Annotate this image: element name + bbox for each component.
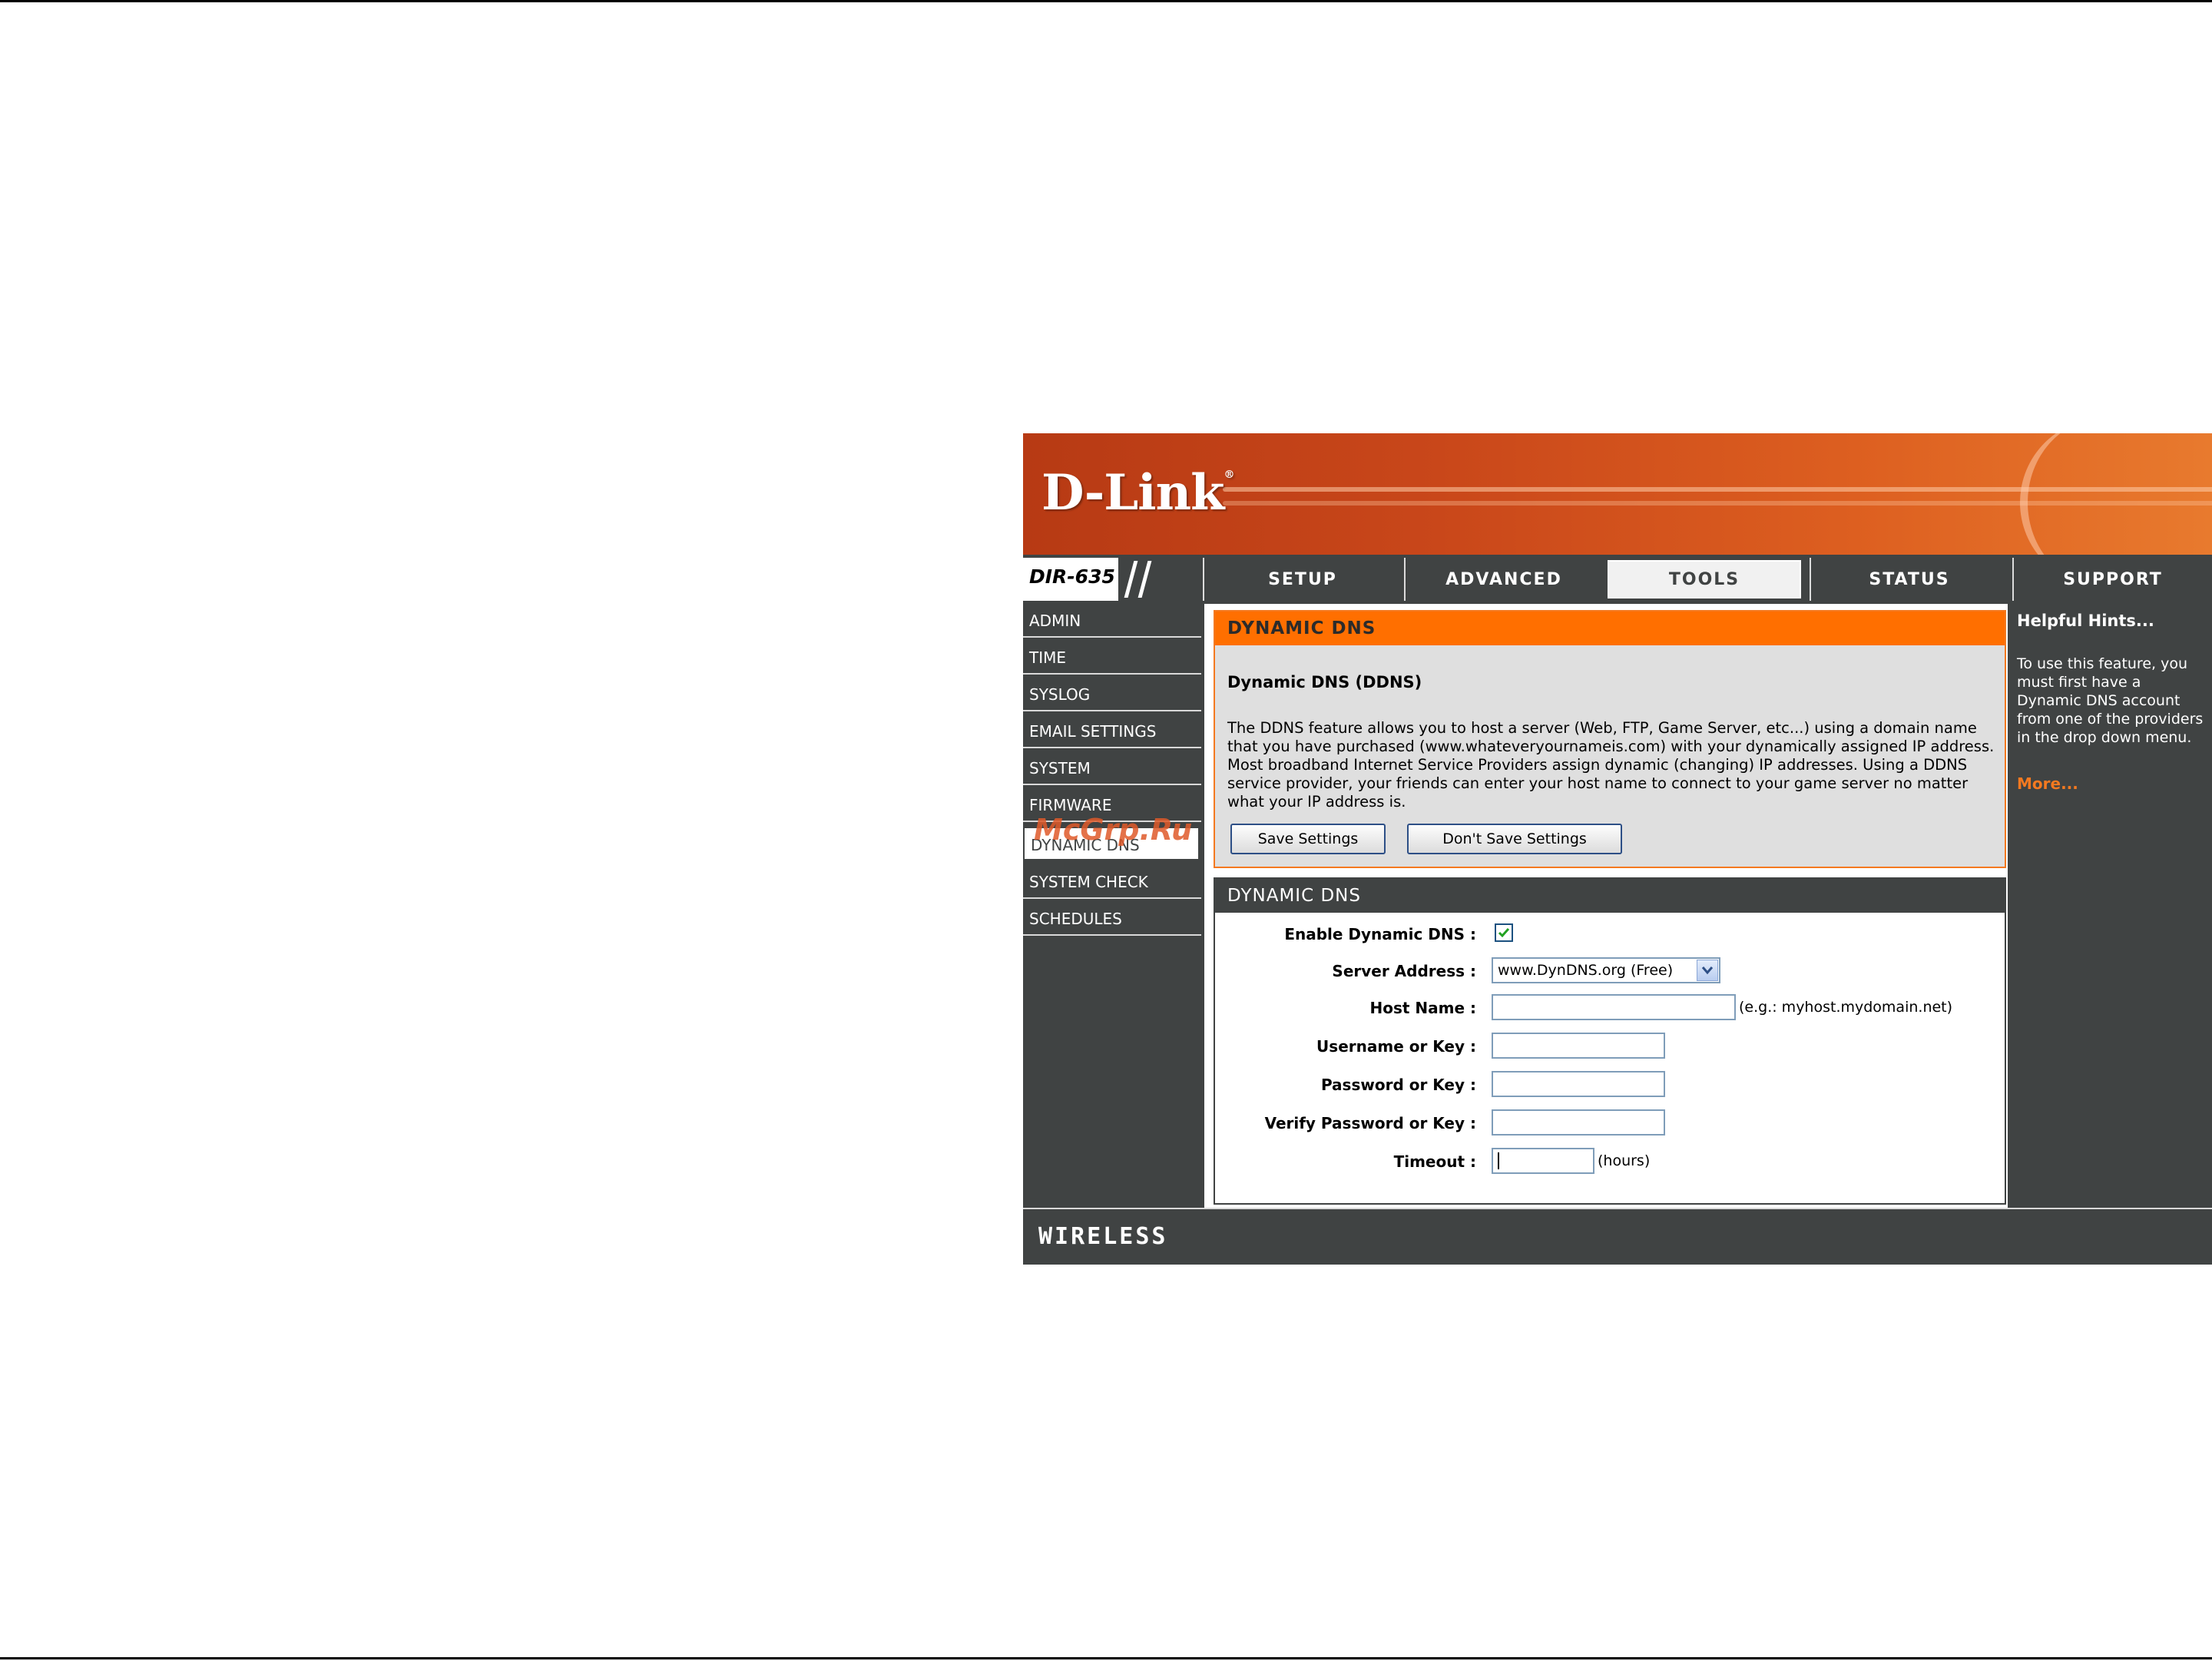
timeout-label: Timeout :: [1393, 1152, 1476, 1171]
sidebar-item-syslog[interactable]: SYSLOG: [1023, 678, 1201, 711]
hints-title: Helpful Hints...: [2017, 612, 2154, 630]
save-settings-button[interactable]: Save Settings: [1230, 824, 1386, 854]
bottom-rule: [0, 1657, 2212, 1659]
host-row: Host Name : (e.g.: myhost.mydomain.net): [1215, 993, 2005, 1023]
host-name-hint: (e.g.: myhost.mydomain.net): [1739, 999, 1953, 1016]
helpful-hints-panel: Helpful Hints... To use this feature, yo…: [2011, 604, 2212, 1208]
dlink-logo: D-Link®: [1041, 464, 1234, 522]
model-name: DIR-635: [1029, 565, 1115, 588]
password-label: Password or Key :: [1320, 1076, 1476, 1094]
sidebar: ADMIN TIME SYSLOG EMAIL SETTINGS SYSTEM …: [1023, 604, 1201, 1208]
main-content: DYNAMIC DNS Dynamic DNS (DDNS) The DDNS …: [1204, 604, 2008, 1208]
password-row: Password or Key :: [1215, 1069, 2005, 1100]
password-input[interactable]: [1492, 1071, 1665, 1097]
host-name-label: Host Name :: [1369, 999, 1476, 1017]
verify-password-label: Verify Password or Key :: [1264, 1114, 1476, 1132]
server-address-select[interactable]: www.DynDNS.org (Free): [1492, 957, 1720, 983]
intro-description: The DDNS feature allows you to host a se…: [1227, 719, 1995, 811]
sidebar-item-schedules[interactable]: SCHEDULES: [1023, 902, 1201, 936]
tab-advanced[interactable]: ADVANCED: [1404, 558, 1602, 601]
server-address-value: www.DynDNS.org (Free): [1498, 962, 1674, 979]
username-label: Username or Key :: [1316, 1037, 1476, 1056]
sidebar-item-admin[interactable]: ADMIN: [1023, 604, 1201, 638]
tab-tools[interactable]: TOOLS: [1605, 558, 1803, 601]
verify-row: Verify Password or Key :: [1215, 1108, 2005, 1139]
sidebar-item-time[interactable]: TIME: [1023, 641, 1201, 675]
enable-label: Enable Dynamic DNS :: [1284, 925, 1476, 943]
tab-support[interactable]: SUPPORT: [2012, 558, 2212, 601]
banner-arc: [2020, 433, 2212, 555]
form-header: DYNAMIC DNS: [1215, 879, 2005, 913]
timeout-row: Timeout : (hours): [1215, 1146, 2005, 1177]
timeout-input[interactable]: [1492, 1148, 1594, 1174]
intro-subtitle: Dynamic DNS (DDNS): [1227, 673, 1422, 691]
tab-status[interactable]: STATUS: [1810, 558, 2008, 601]
sidebar-item-system-check[interactable]: SYSTEM CHECK: [1023, 865, 1201, 899]
intro-header: DYNAMIC DNS: [1215, 612, 2005, 645]
footer: WIRELESS: [1023, 1208, 2212, 1265]
header-banner: D-Link®: [1023, 433, 2212, 555]
hints-text: To use this feature, you must first have…: [2017, 655, 2204, 746]
watermark: McGrp.Ru: [1034, 813, 1193, 847]
timeout-hint: (hours): [1598, 1152, 1651, 1169]
dont-save-settings-button[interactable]: Don't Save Settings: [1407, 824, 1622, 854]
router-admin-page: D-Link® DIR-635 SETUP ADVANCED TOOLS STA…: [1023, 433, 2212, 1265]
server-address-label: Server Address :: [1332, 962, 1476, 980]
chevron-down-icon[interactable]: [1697, 960, 1718, 981]
enable-row: Enable Dynamic DNS :: [1215, 919, 2005, 950]
hints-more-link[interactable]: More...: [2017, 774, 2078, 793]
checkmark-icon: [1498, 928, 1510, 938]
model-badge: DIR-635: [1023, 558, 1201, 601]
username-input[interactable]: [1492, 1033, 1665, 1059]
sidebar-item-email-settings[interactable]: EMAIL SETTINGS: [1023, 714, 1201, 748]
top-rule: [0, 0, 2212, 2]
enable-ddns-checkbox[interactable]: [1495, 923, 1513, 942]
username-row: Username or Key :: [1215, 1031, 2005, 1062]
sidebar-item-system[interactable]: SYSTEM: [1023, 751, 1201, 785]
ddns-form-panel: DYNAMIC DNS Enable Dynamic DNS : Server …: [1214, 877, 2006, 1205]
tab-setup[interactable]: SETUP: [1203, 558, 1401, 601]
verify-password-input[interactable]: [1492, 1109, 1665, 1136]
server-row: Server Address : www.DynDNS.org (Free): [1215, 956, 2005, 986]
wireless-logo: WIRELESS: [1038, 1223, 1168, 1250]
intro-panel: DYNAMIC DNS Dynamic DNS (DDNS) The DDNS …: [1214, 610, 2006, 868]
text-caret: [1498, 1152, 1499, 1169]
model-slashes-icon: [1118, 558, 1201, 601]
host-name-input[interactable]: [1492, 994, 1736, 1020]
